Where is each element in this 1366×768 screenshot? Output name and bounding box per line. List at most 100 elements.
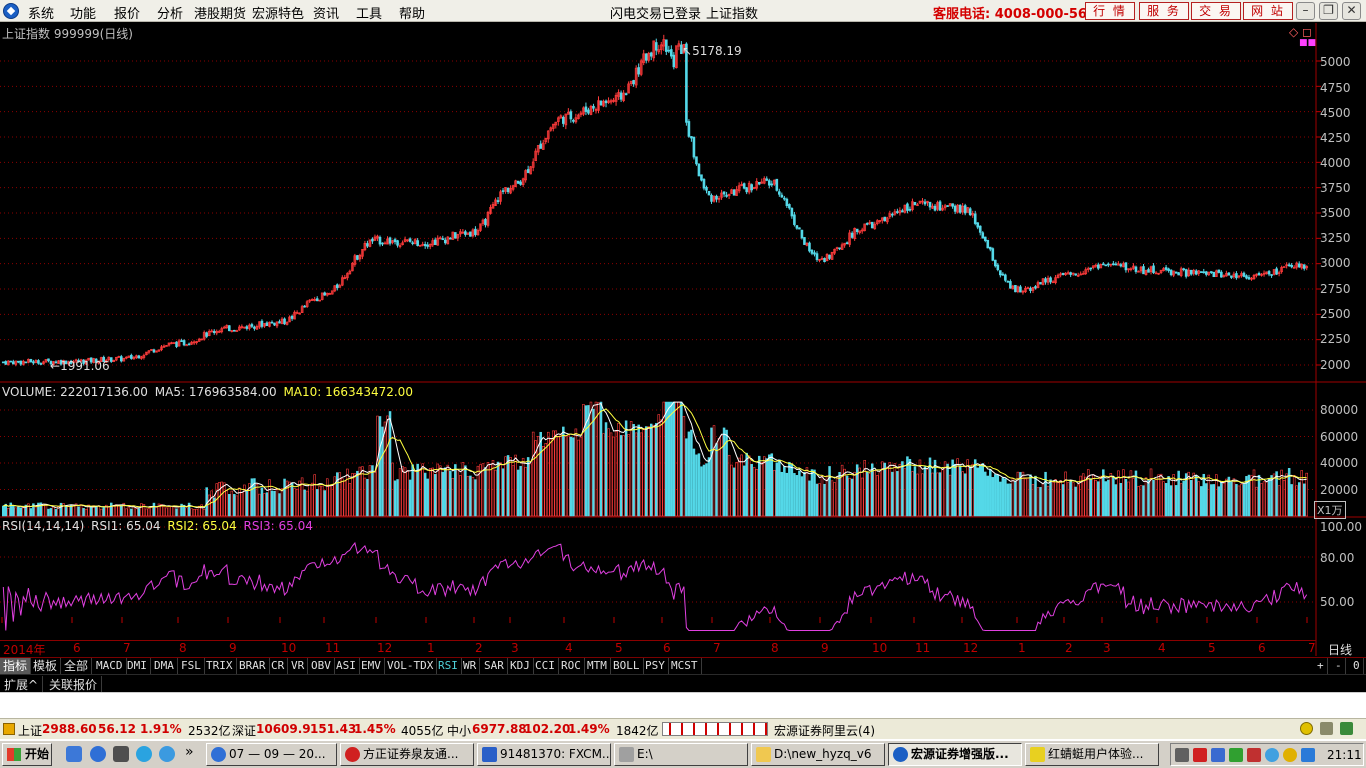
menu-quote[interactable]: 报价: [114, 3, 140, 22]
messenger-icon[interactable]: [159, 746, 175, 762]
volume-bar: [1011, 478, 1015, 517]
tab-cci[interactable]: CCI: [532, 658, 559, 674]
tab-cr[interactable]: CR: [268, 658, 289, 674]
tab-rsi[interactable]: RSI: [435, 658, 462, 674]
quote-button[interactable]: 行 情: [1085, 2, 1135, 20]
broker-server[interactable]: 宏源证券阿里云(4): [774, 722, 875, 739]
tab-dmi[interactable]: DMI: [124, 658, 151, 674]
close-icon[interactable]: ✕: [1342, 2, 1361, 20]
tab-emv[interactable]: EMV: [358, 658, 385, 674]
show-desktop-icon[interactable]: [66, 746, 82, 762]
tab-macd[interactable]: MACD: [93, 658, 127, 674]
chart-area[interactable]: 上证指数 999999(日线) ◇ ◻ ■■ ↖5178.19 ←1991.06…: [0, 23, 1366, 658]
tab-indicators[interactable]: 指标: [0, 658, 32, 674]
volume-bar: [521, 457, 525, 517]
time-axis-label: 2014年: [3, 643, 46, 657]
tab-templates[interactable]: 模板: [30, 658, 62, 674]
candle-body: [828, 254, 831, 259]
volume-bar: [1232, 478, 1236, 517]
tab-obv[interactable]: OBV: [308, 658, 335, 674]
shield-icon[interactable]: [1301, 748, 1315, 762]
extend-toggle[interactable]: 扩展^: [0, 676, 44, 692]
security-icon[interactable]: [1229, 748, 1243, 762]
restore-icon[interactable]: ❐: [1319, 2, 1338, 20]
chevron-right-icon[interactable]: »: [185, 744, 194, 760]
input-method-icon[interactable]: [1193, 748, 1207, 762]
volume-bar: [1112, 476, 1115, 517]
window-icon[interactable]: [113, 746, 129, 762]
task-window[interactable]: 91481370: FXCM...: [477, 743, 611, 766]
clock[interactable]: 21:11: [1327, 748, 1362, 762]
candle-body: [883, 216, 887, 222]
tab-vr[interactable]: VR: [288, 658, 309, 674]
tab-sar[interactable]: SAR: [481, 658, 508, 674]
menu-function[interactable]: 功能: [70, 3, 96, 22]
task-window[interactable]: 方正证券泉友通...: [340, 743, 474, 766]
tab-roc[interactable]: ROC: [558, 658, 585, 674]
signal-icon[interactable]: [1320, 722, 1333, 735]
menu-analysis[interactable]: 分析: [157, 3, 183, 22]
tab-asi[interactable]: ASI: [333, 658, 360, 674]
volume-bar: [908, 458, 912, 517]
tab-mcst[interactable]: MCST: [668, 658, 702, 674]
candle-body: [670, 49, 673, 57]
network-icon[interactable]: [1265, 748, 1279, 762]
tab-psy[interactable]: PSY: [642, 658, 669, 674]
volume-bar: [1152, 480, 1155, 517]
menu-hk-futures[interactable]: 港股期货: [194, 3, 246, 22]
zoom-reset-button[interactable]: 0: [1350, 658, 1364, 674]
tab-dma[interactable]: DMA: [151, 658, 178, 674]
task-window[interactable]: D:\new_hyzq_v6: [751, 743, 885, 766]
trade-button[interactable]: 交 易: [1191, 2, 1241, 20]
task-window[interactable]: 07 — 09 — 20...: [206, 743, 337, 766]
candle-body: [810, 249, 814, 254]
tab-kdj[interactable]: KDJ: [507, 658, 534, 674]
tab-boll[interactable]: BOLL: [610, 658, 644, 674]
ie-icon[interactable]: [90, 746, 106, 762]
zoom-in-button[interactable]: +: [1314, 658, 1328, 674]
keyboard-icon[interactable]: [1175, 748, 1189, 762]
menu-tools[interactable]: 工具: [356, 3, 382, 22]
tab-trix[interactable]: TRIX: [203, 658, 237, 674]
tab-brar[interactable]: BRAR: [236, 658, 270, 674]
task-window-active[interactable]: 宏源证券增强版...: [888, 743, 1022, 766]
connection-icon[interactable]: [1300, 722, 1313, 735]
menu-help[interactable]: 帮助: [399, 3, 425, 22]
zoom-out-button[interactable]: -: [1332, 658, 1346, 674]
candle-body: [996, 264, 1000, 271]
antivirus-icon[interactable]: [1247, 748, 1261, 762]
tab-wr[interactable]: WR: [460, 658, 481, 674]
candle-body: [423, 244, 427, 247]
chart-canvas[interactable]: [0, 23, 1366, 656]
task-window[interactable]: 红蜻蜓用户体验...: [1025, 743, 1159, 766]
market-icon[interactable]: [3, 723, 15, 735]
volume-icon[interactable]: [1211, 748, 1225, 762]
tab-fsl[interactable]: FSL: [178, 658, 205, 674]
time-axis-label: 11: [915, 641, 931, 655]
website-button[interactable]: 网 站: [1243, 2, 1293, 20]
network-icon[interactable]: [1340, 722, 1353, 735]
volume-bar: [1006, 483, 1010, 517]
minimize-icon[interactable]: –: [1296, 2, 1315, 20]
tab-vol-tdx[interactable]: VOL-TDX: [384, 658, 438, 674]
menu-hongyuan[interactable]: 宏源特色: [252, 3, 304, 22]
update-icon[interactable]: [1283, 748, 1297, 762]
candle-body: [619, 92, 623, 100]
menu-system[interactable]: 系统: [28, 3, 54, 22]
pane-maximize-icon[interactable]: ◻: [1302, 25, 1312, 39]
app-logo-icon[interactable]: [3, 3, 19, 19]
tab-all[interactable]: 全部: [61, 658, 93, 674]
service-button[interactable]: 服 务: [1139, 2, 1189, 20]
tab-mtm[interactable]: MTM: [584, 658, 611, 674]
start-button[interactable]: 开始: [2, 743, 52, 766]
volume-bar: [1250, 475, 1253, 517]
volume-bar: [946, 463, 949, 517]
volume-bar: [813, 469, 816, 517]
task-window[interactable]: E:\: [614, 743, 748, 766]
menu-news[interactable]: 资讯: [313, 3, 339, 22]
period-label[interactable]: 日线: [1328, 641, 1352, 658]
candle-body: [707, 190, 711, 196]
browser-icon[interactable]: [136, 746, 152, 762]
pane-diamond-icon[interactable]: ◇: [1289, 25, 1298, 39]
related-quotes-tab[interactable]: 关联报价: [45, 676, 103, 692]
